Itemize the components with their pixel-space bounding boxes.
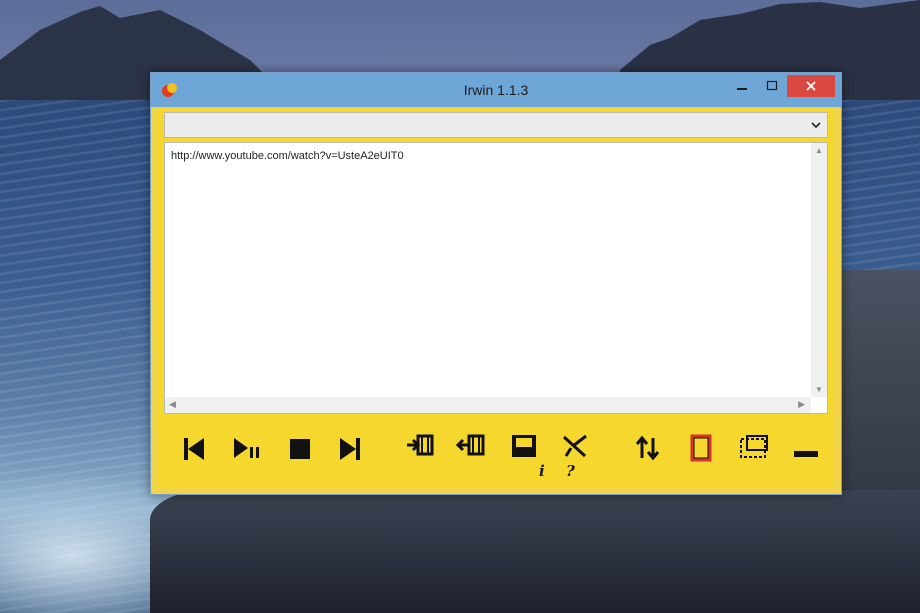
minimize-button[interactable] xyxy=(727,75,757,97)
minimize-icon xyxy=(737,88,747,90)
import-clip-button[interactable] xyxy=(404,430,440,466)
maximize-button[interactable] xyxy=(757,75,787,97)
info-label[interactable]: i xyxy=(539,462,545,480)
chevron-down-icon[interactable] xyxy=(809,117,823,133)
play-pause-icon xyxy=(234,438,259,458)
scroll-left-icon[interactable]: ◀ xyxy=(169,399,176,410)
previous-icon xyxy=(184,438,204,460)
stop-icon xyxy=(290,439,310,459)
help-label[interactable]: ? xyxy=(566,462,575,480)
next-icon xyxy=(340,438,360,460)
horizontal-scrollbar[interactable]: ◀ ▶ xyxy=(165,397,811,413)
title-bar[interactable]: Irwin 1.1.3 xyxy=(151,73,841,107)
swap-order-button[interactable] xyxy=(630,430,666,466)
url-text: http://www.youtube.com/watch?v=UsteA2eUI… xyxy=(171,150,404,162)
stop-button[interactable] xyxy=(281,430,317,466)
minimize-bar-icon xyxy=(794,451,818,457)
irwin-window: Irwin 1.1.3 http://www.youtube.com/watch… xyxy=(150,72,842,495)
swap-order-icon xyxy=(635,435,660,461)
rocks xyxy=(150,490,920,613)
scroll-right-icon[interactable]: ▶ xyxy=(798,399,805,410)
url-history-dropdown[interactable] xyxy=(164,112,828,138)
dashed-frame-button[interactable] xyxy=(736,430,772,466)
export-clip-icon xyxy=(455,434,485,456)
previous-button[interactable] xyxy=(176,430,212,466)
save-button[interactable] xyxy=(506,430,542,466)
play-pause-button[interactable] xyxy=(228,430,264,466)
close-button[interactable] xyxy=(787,75,835,97)
maximize-icon xyxy=(766,80,778,91)
tools-icon xyxy=(562,434,587,458)
close-icon xyxy=(806,81,816,91)
export-clip-button[interactable] xyxy=(455,430,491,466)
dashed-frame-icon xyxy=(740,435,768,458)
scroll-up-icon[interactable]: ▲ xyxy=(815,146,823,155)
tools-button[interactable] xyxy=(557,430,593,466)
client-area: http://www.youtube.com/watch?v=UsteA2eUI… xyxy=(158,108,834,488)
url-textarea[interactable]: http://www.youtube.com/watch?v=UsteA2eUI… xyxy=(164,142,828,414)
player-toolbar: i ? xyxy=(164,426,828,486)
import-clip-icon xyxy=(407,434,434,456)
scroll-down-icon[interactable]: ▼ xyxy=(815,385,823,394)
next-button[interactable] xyxy=(332,430,368,466)
save-icon xyxy=(512,435,536,457)
frame-button[interactable] xyxy=(683,430,719,466)
minimize-bar-button[interactable] xyxy=(788,430,824,466)
frame-icon xyxy=(690,434,712,462)
vertical-scrollbar[interactable]: ▲ ▼ xyxy=(811,143,827,397)
